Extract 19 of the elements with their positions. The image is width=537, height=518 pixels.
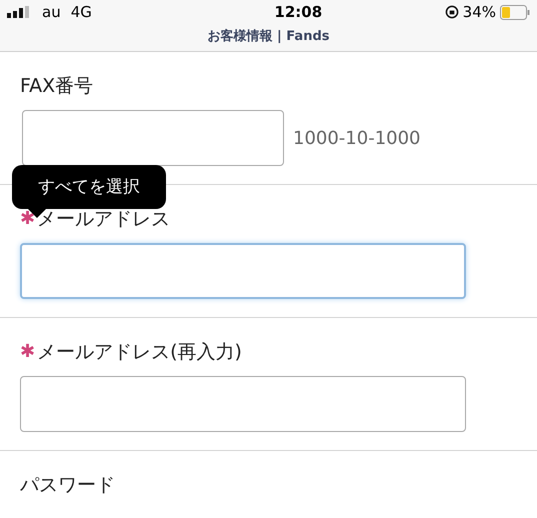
battery-icon	[500, 4, 530, 20]
rotation-lock-icon	[444, 5, 459, 19]
required-asterisk: ✱	[20, 340, 36, 364]
field-label: パスワード	[20, 473, 115, 497]
field-label: FAX番号	[20, 74, 94, 98]
tooltip[interactable]: すべてを選択	[12, 165, 166, 209]
clock: 12:08	[274, 3, 322, 21]
signal-icon	[7, 6, 32, 18]
input-field[interactable]	[22, 110, 284, 166]
carrier-label: au	[42, 3, 61, 21]
format-hint: 1000-10-1000	[293, 126, 421, 150]
required-asterisk: ✱	[20, 207, 36, 231]
field-label: メールアドレス(再入力)	[37, 340, 242, 364]
field-label: メールアドレス	[37, 207, 170, 231]
battery-percent: 34%	[462, 3, 496, 21]
network-label: 4G	[70, 3, 92, 21]
input-field[interactable]	[20, 376, 466, 432]
input-field[interactable]	[20, 243, 466, 299]
page-title: お客様情報 | Fands	[208, 28, 330, 46]
